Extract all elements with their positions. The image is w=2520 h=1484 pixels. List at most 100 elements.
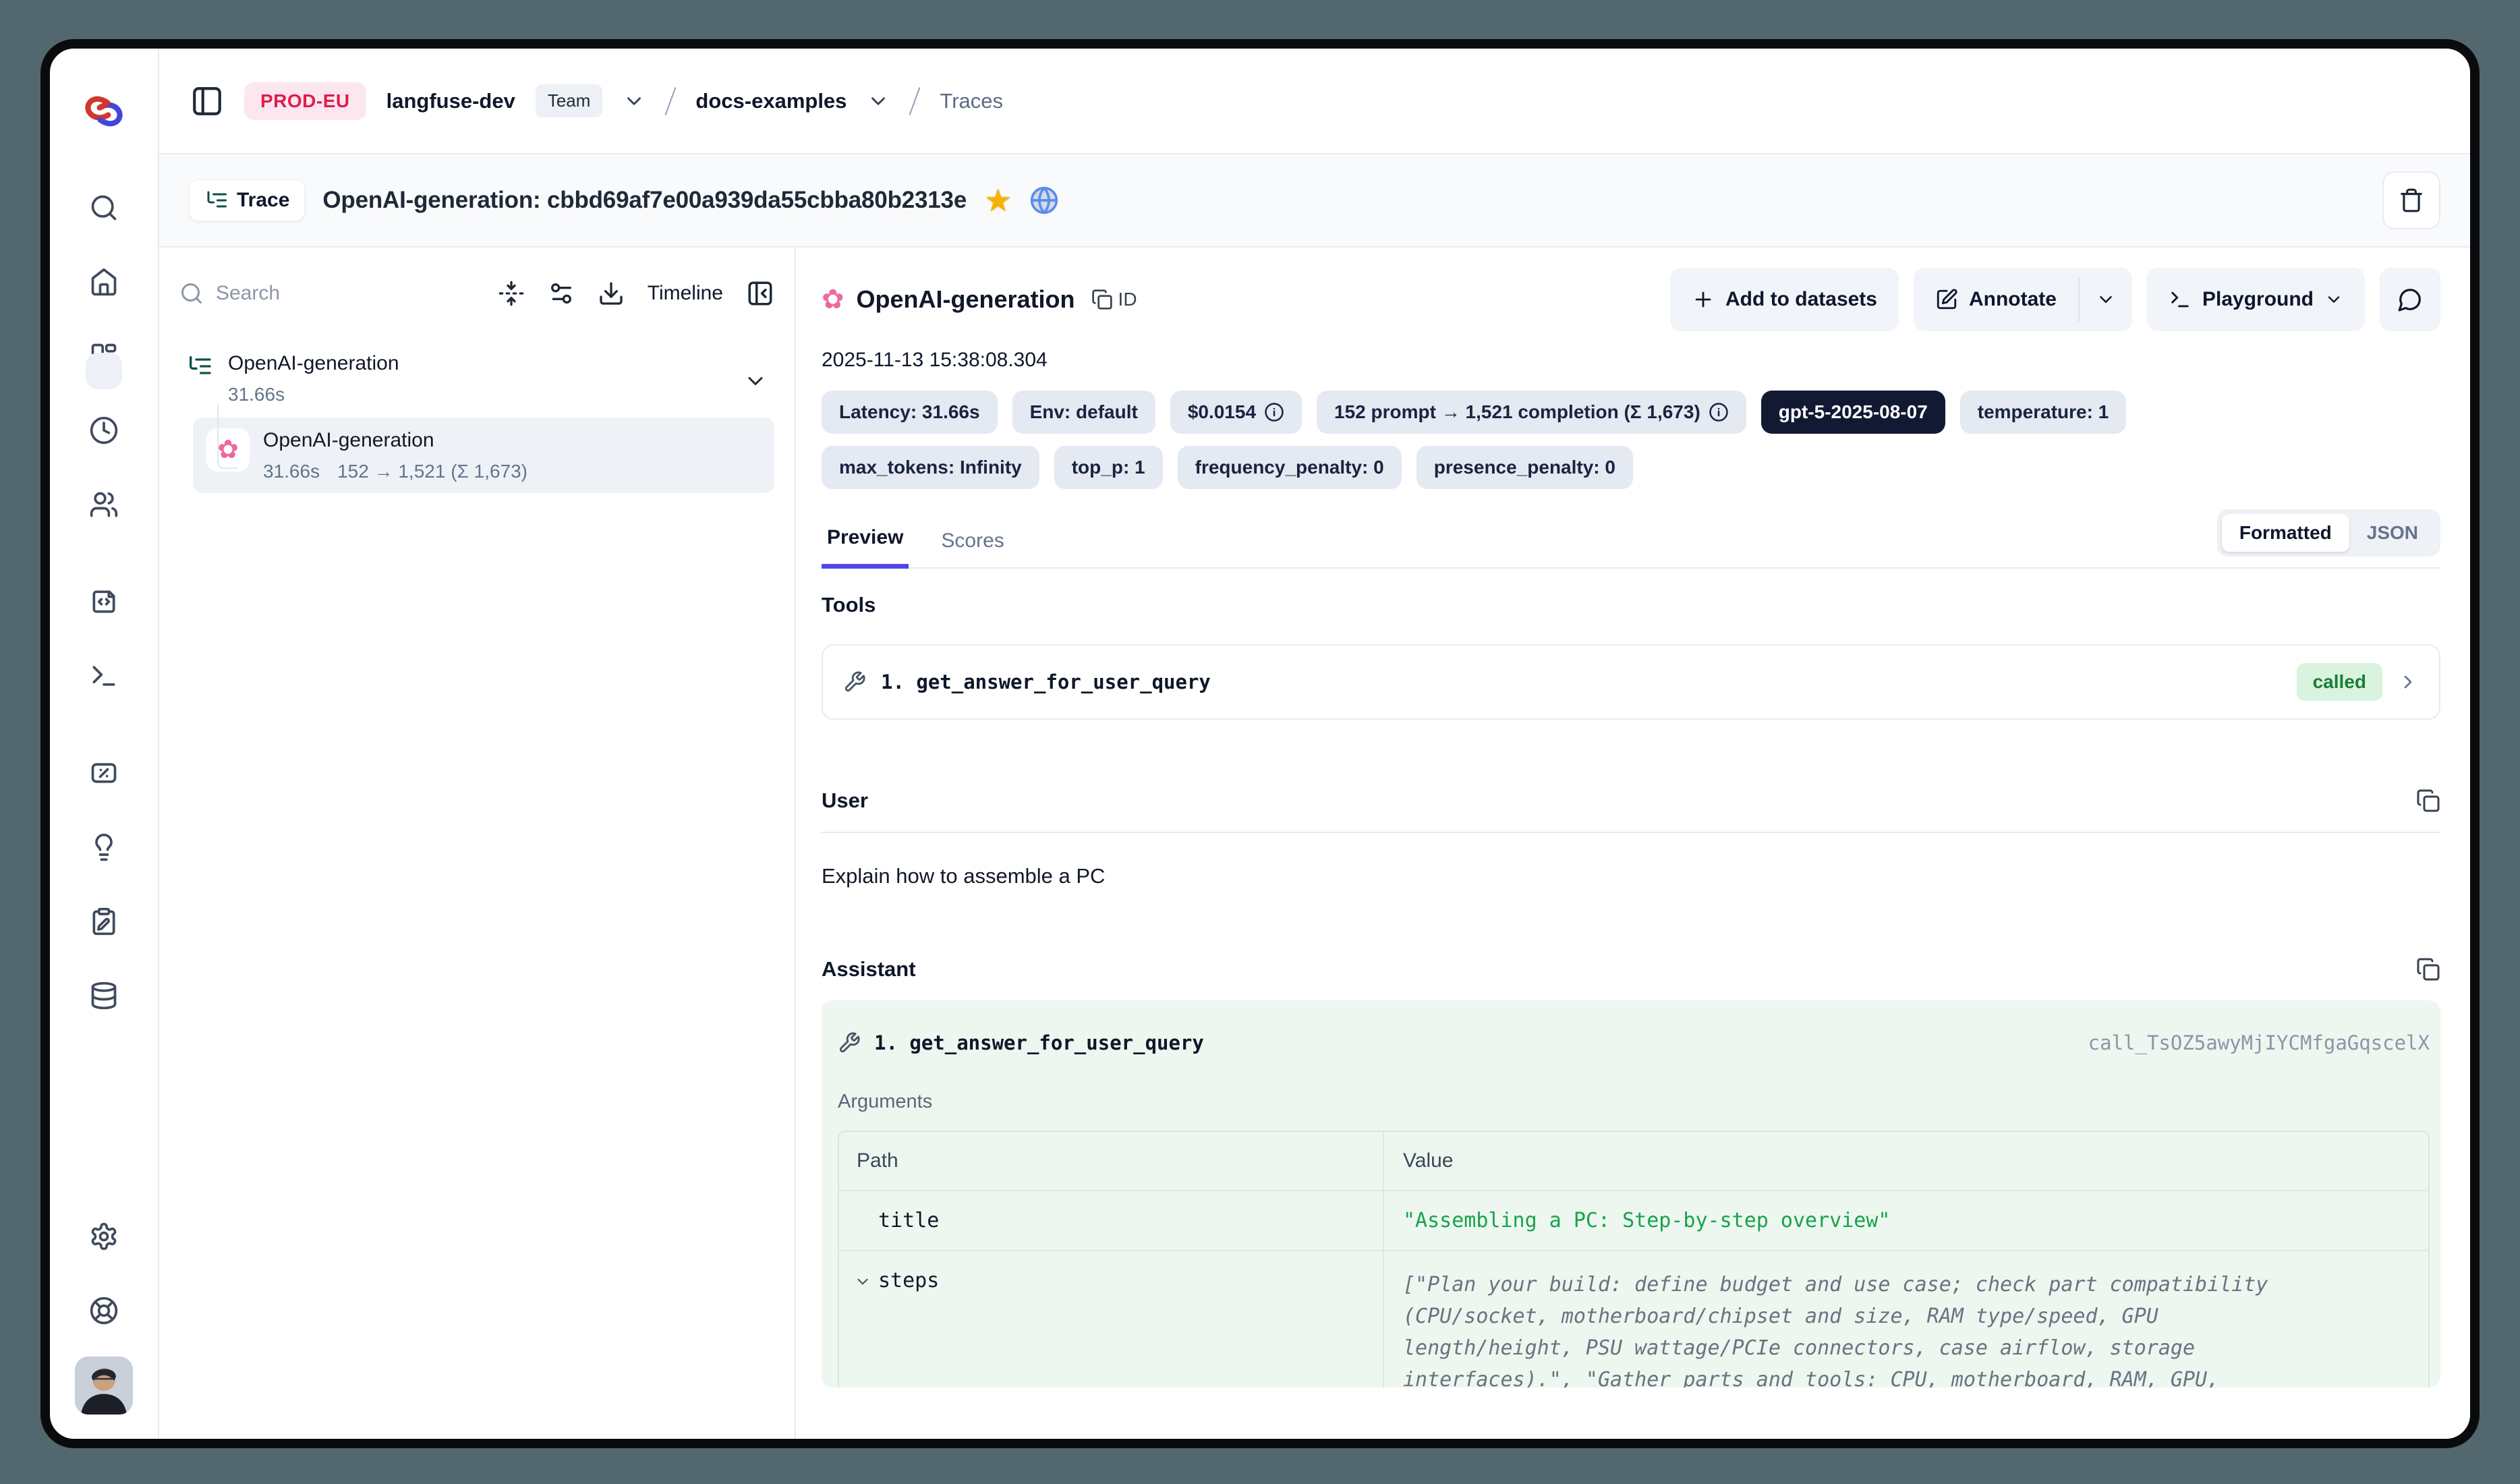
arguments-table: Path Value title "Assembling a PC: Step-… — [838, 1131, 2430, 1388]
info-icon — [1264, 402, 1284, 422]
column-header-value: Value — [1383, 1132, 2428, 1191]
rail-prompts-icon[interactable] — [89, 587, 119, 617]
rail-users-icon[interactable] — [89, 490, 119, 519]
frequency-penalty-badge: frequency_penalty: 0 — [1178, 446, 1402, 489]
user-message-content: Explain how to assemble a PC — [822, 864, 2440, 888]
model-badge[interactable]: gpt-5-2025-08-07 — [1761, 391, 1945, 434]
topbar: PROD-EU langfuse-dev Team docs-examples … — [159, 49, 2470, 154]
tree-child-label: OpenAI-generation — [263, 428, 527, 453]
breadcrumb-page[interactable]: Traces — [940, 89, 1003, 113]
io-tabs: Preview Scores Formatted JSON — [822, 509, 2440, 569]
collapse-panel-icon[interactable] — [746, 279, 774, 308]
timeline-toggle[interactable]: Timeline — [648, 282, 723, 305]
user-avatar[interactable] — [75, 1357, 133, 1415]
rail-bottom-group — [75, 1222, 133, 1415]
public-globe-icon[interactable] — [1029, 186, 1059, 215]
chevron-down-icon[interactable] — [854, 1273, 871, 1290]
breadcrumb-org[interactable]: langfuse-dev — [386, 89, 515, 113]
comments-button[interactable] — [2380, 268, 2440, 331]
annotate-label: Annotate — [1969, 288, 2057, 311]
bookmark-star-icon[interactable]: ★ — [984, 185, 1012, 216]
wrench-icon — [838, 1031, 861, 1054]
steps-path-label: steps — [878, 1269, 939, 1292]
copy-assistant-content-icon[interactable] — [2416, 957, 2440, 981]
tree-collapse-chevron-icon[interactable] — [743, 369, 768, 393]
tree-search-input[interactable] — [214, 281, 363, 306]
tool-definition-row[interactable]: 1. get_answer_for_user_query called — [822, 644, 2440, 720]
annotate-dropdown-chevron-icon[interactable] — [2080, 268, 2132, 331]
table-row-steps-path[interactable]: steps — [839, 1251, 1383, 1388]
annotate-split-button: Annotate — [1914, 268, 2132, 331]
table-row-title-value: "Assembling a PC: Step-by-step overview" — [1383, 1191, 2428, 1251]
org-plan-badge: Team — [536, 84, 603, 117]
observation-timestamp: 2025-11-13 15:38:08.304 — [822, 349, 2440, 372]
rail-support-icon[interactable] — [89, 1296, 119, 1325]
tree-root-label: OpenAI-generation — [228, 351, 399, 376]
rail-datasets-icon[interactable] — [89, 981, 119, 1010]
chevron-right-icon[interactable] — [2397, 671, 2419, 693]
org-logo-knot-icon[interactable] — [84, 92, 123, 131]
view-settings-icon[interactable] — [548, 280, 575, 307]
trace-type-label: Trace — [237, 189, 289, 212]
assistant-section-header: Assistant — [822, 957, 2440, 981]
tree-child-meta: 31.66s 152 → 1,521 (Σ 1,673) — [263, 461, 527, 482]
project-switcher-chevron-icon[interactable] — [867, 90, 890, 113]
add-to-datasets-button[interactable]: Add to datasets — [1670, 268, 1899, 331]
copy-id-button[interactable]: ID — [1091, 289, 1137, 310]
user-section-header: User — [822, 789, 2440, 813]
id-label: ID — [1118, 289, 1137, 310]
rail-traces-icon[interactable] — [86, 353, 122, 389]
badge-row-1: Latency: 31.66s Env: default $0.0154 152… — [822, 391, 2440, 434]
rail-experiments-icon[interactable] — [89, 907, 119, 936]
assistant-tool-call-panel: 1. get_answer_for_user_query call_TsOZ5a… — [822, 1000, 2440, 1388]
tree-connector-line — [217, 404, 237, 469]
playground-button[interactable]: Playground — [2147, 268, 2365, 331]
table-row-title-path: title — [839, 1191, 1383, 1251]
sidebar-toggle-icon[interactable] — [190, 84, 224, 118]
breadcrumb-project[interactable]: docs-examples — [695, 89, 847, 113]
observation-header: ✿ OpenAI-generation ID Add to datasets — [822, 268, 2440, 331]
environment-badge[interactable]: PROD-EU — [244, 82, 366, 120]
trace-type-chip: Trace — [189, 179, 305, 221]
annotate-button[interactable]: Annotate — [1914, 268, 2078, 331]
wrench-icon — [843, 670, 866, 693]
add-to-datasets-label: Add to datasets — [1725, 288, 1877, 311]
tree-child-node-selected[interactable]: ✿ OpenAI-generation 31.66s 152 → 1,521 (… — [193, 418, 774, 493]
rail-settings-icon[interactable] — [89, 1222, 119, 1251]
app-window: PROD-EU langfuse-dev Team docs-examples … — [40, 39, 2480, 1448]
cost-value: $0.0154 — [1188, 401, 1256, 423]
trace-tree: OpenAI-generation 31.66s ✿ Ope — [179, 351, 774, 493]
trace-title-bar: Trace OpenAI-generation: cbbd69af7e00a93… — [159, 154, 2470, 248]
org-switcher-chevron-icon[interactable] — [623, 90, 646, 113]
tokens-badge[interactable]: 152 prompt → 1,521 completion (Σ 1,673) — [1317, 391, 1746, 434]
user-heading: User — [822, 789, 868, 813]
rail-search-icon[interactable] — [89, 193, 119, 223]
arguments-label: Arguments — [838, 1091, 2430, 1113]
collapse-all-icon[interactable] — [498, 280, 525, 307]
tree-child-texts: OpenAI-generation 31.66s 152 → 1,521 (Σ … — [263, 428, 527, 482]
tab-scores[interactable]: Scores — [936, 520, 1009, 567]
rail-home-icon[interactable] — [89, 267, 119, 297]
rail-annotation-icon[interactable] — [89, 832, 119, 862]
tab-preview[interactable]: Preview — [822, 517, 909, 569]
format-json-option[interactable]: JSON — [2349, 514, 2436, 552]
format-formatted-option[interactable]: Formatted — [2222, 514, 2349, 552]
trace-tree-panel: Timeline OpenAI-generation 31.66s — [159, 248, 796, 1439]
info-icon — [1709, 402, 1729, 422]
tree-search[interactable] — [179, 281, 475, 306]
rail-evaluation-icon[interactable] — [89, 758, 119, 788]
observation-panel: ✿ OpenAI-generation ID Add to datasets — [796, 248, 2470, 1439]
latency-badge: Latency: 31.66s — [822, 391, 998, 434]
download-icon[interactable] — [598, 280, 625, 307]
rail-playground-icon[interactable] — [89, 661, 119, 691]
cost-badge[interactable]: $0.0154 — [1170, 391, 1302, 434]
tokens-value: 152 prompt → 1,521 completion (Σ 1,673) — [1334, 401, 1700, 423]
rail-sessions-icon[interactable] — [89, 416, 119, 445]
tree-root-node[interactable]: OpenAI-generation 31.66s — [179, 351, 774, 405]
copy-user-content-icon[interactable] — [2416, 789, 2440, 813]
column-header-path: Path — [839, 1132, 1383, 1191]
content-row: Timeline OpenAI-generation 31.66s — [159, 248, 2470, 1439]
tool-name: 1. get_answer_for_user_query — [881, 670, 1211, 693]
env-badge: Env: default — [1012, 391, 1155, 434]
delete-trace-button[interactable] — [2382, 171, 2440, 229]
